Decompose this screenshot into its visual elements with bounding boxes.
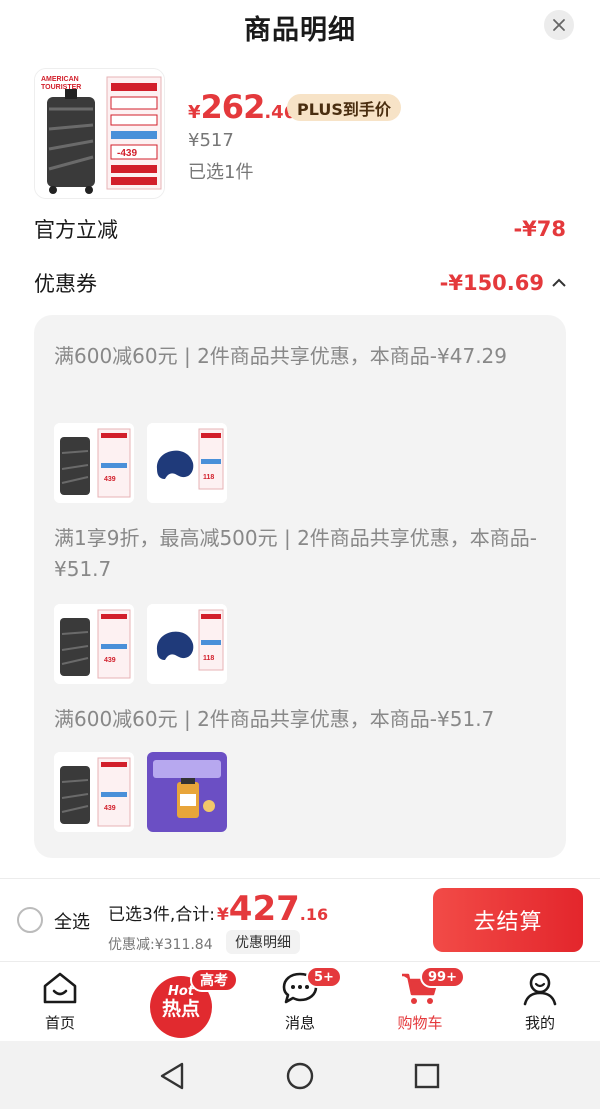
message-badge: 5+ (306, 966, 342, 988)
discount-section: 官方立减 -¥78 优惠券 -¥150.69 满600减60元 | 2件商品共享… (0, 210, 600, 880)
official-discount-label: 官方立减 (34, 218, 118, 242)
suitcase-thumbnail[interactable]: 439 (54, 752, 134, 832)
svg-text:439: 439 (104, 657, 116, 664)
svg-text:439: 439 (104, 476, 116, 483)
coupon-row[interactable]: 优惠券 -¥150.69 (34, 268, 566, 298)
coupon-products-3: 439 (54, 752, 227, 832)
coupon-desc-3: 满600减60元 | 2件商品共享优惠，本商品-¥51.7 (54, 707, 495, 731)
price-integer: 262 (200, 88, 266, 126)
discount-detail-button[interactable]: 优惠明细 (226, 930, 300, 954)
tab-label-cart: 购物车 (397, 1014, 443, 1032)
cart-badge: 99+ (420, 966, 465, 988)
back-icon[interactable] (158, 1061, 186, 1091)
official-discount-value: -¥78 (513, 217, 566, 241)
close-button[interactable] (544, 10, 574, 40)
tab-hot[interactable]: Hot 热点 高考 (148, 966, 238, 1038)
tab-profile[interactable]: 我的 (500, 970, 580, 1033)
tab-label-messages: 消息 (284, 1014, 315, 1032)
coupon-desc-1: 满600减60元 | 2件商品共享优惠，本商品-¥47.29 (54, 344, 507, 368)
system-nav-bar (0, 1041, 600, 1109)
neck-pillow-thumbnail[interactable]: 118 (147, 604, 227, 684)
svg-text:AMERICAN: AMERICAN (41, 76, 79, 83)
total-currency: ¥ (216, 905, 229, 925)
svg-text:118: 118 (203, 655, 214, 662)
official-discount-row: 官方立减 -¥78 (34, 214, 566, 244)
checkout-button[interactable]: 去结算 (433, 888, 583, 952)
close-icon (553, 19, 565, 31)
suitcase-thumbnail[interactable]: 439 (54, 423, 134, 503)
currency-symbol: ¥ (188, 102, 201, 123)
bottom-tab-bar: 首页 Hot 热点 高考 消息 5+ 购物车 99+ 我的 (0, 961, 600, 1041)
checkout-bar: 全选 已选3件,合计: ¥ 427 .16 优惠减:¥311.84 优惠明细 去… (0, 878, 600, 961)
coupon-label: 优惠券 (34, 272, 97, 296)
total-decimal: .16 (299, 905, 329, 924)
header: 商品明细 (0, 0, 600, 52)
product-image[interactable]: AMERICAN TOURISTER -439 (34, 68, 165, 199)
tab-label-home: 首页 (44, 1014, 75, 1032)
select-all-label[interactable]: 全选 (54, 908, 90, 934)
coupon-products-2: 439 118 (54, 604, 227, 684)
tab-messages[interactable]: 消息 5+ (260, 966, 342, 1033)
plus-price-tag: PLUS到手价 (287, 94, 401, 121)
coupon-value-wrap: -¥150.69 (440, 271, 566, 295)
svg-text:439: 439 (104, 805, 116, 812)
tab-home[interactable]: 首页 (20, 970, 100, 1033)
tab-label-profile: 我的 (524, 1014, 555, 1032)
total-label: 已选3件,合计: (108, 905, 215, 925)
coupon-desc-2: 满1享9折，最高减500元 | 2件商品共享优惠，本商品-¥51.7 (54, 526, 538, 581)
coupon-detail-box: 满600减60元 | 2件商品共享优惠，本商品-¥47.29 439 118 满… (34, 315, 566, 858)
product-summary: AMERICAN TOURISTER -439 ¥ 262 .46 PLUS到手… (0, 52, 600, 210)
coupon-value: -¥150.69 (439, 271, 544, 295)
selected-count: 已选1件 (188, 162, 254, 183)
svg-text:118: 118 (203, 474, 214, 481)
page-title: 商品明细 (244, 15, 356, 46)
select-all-checkbox[interactable] (17, 907, 43, 933)
suitcase-thumbnail[interactable]: 439 (54, 604, 134, 684)
gaokao-badge: 高考 (190, 968, 238, 992)
discount-total: 优惠减:¥311.84 (108, 937, 213, 953)
skincare-thumbnail[interactable] (147, 752, 227, 832)
tab-cart[interactable]: 购物车 99+ (380, 966, 465, 1033)
original-price: ¥517 (188, 130, 234, 151)
profile-icon (523, 972, 557, 1006)
chevron-up-icon[interactable] (552, 278, 566, 288)
home-icon (43, 972, 77, 1004)
recents-icon[interactable] (413, 1061, 441, 1091)
hot-main-text: 热点 (161, 998, 200, 1020)
price: ¥ 262 .46 (188, 88, 296, 126)
coupon-products-1: 439 118 (54, 423, 227, 503)
svg-text:-439: -439 (117, 148, 137, 159)
total-integer: 427 (228, 889, 300, 929)
home-circle-icon[interactable] (285, 1061, 315, 1091)
total-price: 已选3件,合计: ¥ 427 .16 (108, 889, 328, 929)
neck-pillow-thumbnail[interactable]: 118 (147, 423, 227, 503)
